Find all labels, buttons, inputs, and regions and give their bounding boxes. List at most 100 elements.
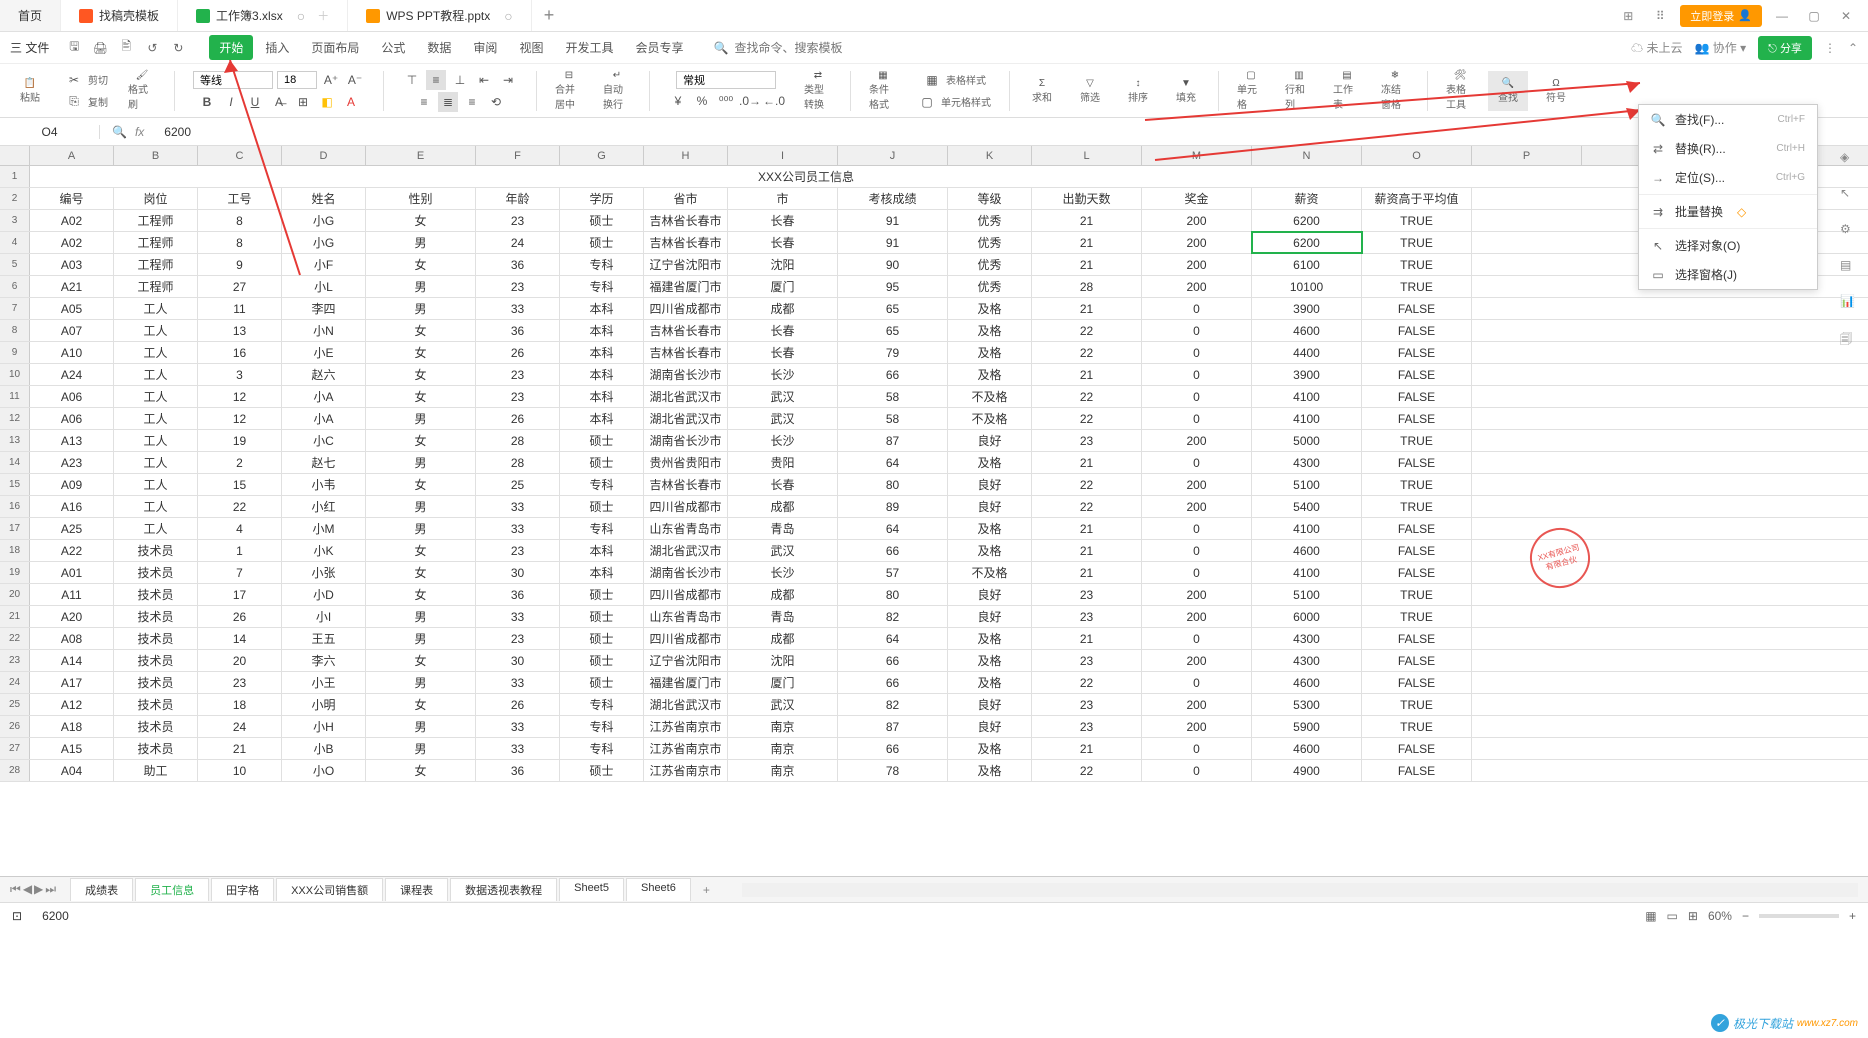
column-header[interactable]: B: [114, 146, 198, 165]
data-cell[interactable]: A06: [30, 408, 114, 429]
data-cell[interactable]: 男: [366, 276, 476, 297]
row-header[interactable]: 14: [0, 452, 30, 473]
data-cell[interactable]: 小张: [282, 562, 366, 583]
row-header[interactable]: 3: [0, 210, 30, 231]
side-settings-icon[interactable]: ⚙: [1840, 222, 1860, 242]
data-cell[interactable]: 良好: [948, 430, 1032, 451]
data-cell[interactable]: 22: [1032, 342, 1142, 363]
dropdown-item-select[interactable]: ↖选择对象(O): [1639, 231, 1817, 260]
data-cell[interactable]: 武汉: [728, 408, 838, 429]
data-cell[interactable]: 良好: [948, 606, 1032, 627]
data-cell[interactable]: 技术员: [114, 716, 198, 737]
data-cell[interactable]: 17: [198, 584, 282, 605]
percent-icon[interactable]: %: [692, 91, 712, 111]
paste-button[interactable]: 📋粘贴: [16, 73, 44, 109]
data-cell[interactable]: 0: [1142, 452, 1252, 473]
data-cell[interactable]: A24: [30, 364, 114, 385]
data-cell[interactable]: 23: [198, 672, 282, 693]
data-cell[interactable]: 技术员: [114, 672, 198, 693]
data-cell[interactable]: 长春: [728, 210, 838, 231]
sheet-tab[interactable]: 数据透视表教程: [450, 878, 557, 901]
file-menu[interactable]: 三 文件: [10, 39, 49, 56]
data-cell[interactable]: A15: [30, 738, 114, 759]
data-cell[interactable]: 21: [1032, 364, 1142, 385]
data-cell[interactable]: 技术员: [114, 562, 198, 583]
data-cell[interactable]: 长春: [728, 232, 838, 253]
data-cell[interactable]: 良好: [948, 474, 1032, 495]
data-cell[interactable]: 小D: [282, 584, 366, 605]
data-cell[interactable]: 工程师: [114, 254, 198, 275]
data-cell[interactable]: 2: [198, 452, 282, 473]
data-cell[interactable]: 58: [838, 386, 948, 407]
data-cell[interactable]: TRUE: [1362, 694, 1472, 715]
menu-tab-4[interactable]: 数据: [417, 35, 461, 60]
sheet-button[interactable]: ▤工作表: [1333, 73, 1361, 109]
tools-button[interactable]: 🛠表格工具: [1446, 73, 1474, 109]
row-header[interactable]: 22: [0, 628, 30, 649]
data-cell[interactable]: 工人: [114, 320, 198, 341]
data-cell[interactable]: 四川省成都市: [644, 298, 728, 319]
data-cell[interactable]: A10: [30, 342, 114, 363]
data-cell[interactable]: 及格: [948, 760, 1032, 781]
data-cell[interactable]: 小B: [282, 738, 366, 759]
zoom-in-icon[interactable]: +: [1849, 909, 1856, 923]
data-cell[interactable]: 女: [366, 342, 476, 363]
data-cell[interactable]: 23: [476, 386, 560, 407]
data-cell[interactable]: 90: [838, 254, 948, 275]
data-cell[interactable]: 82: [838, 606, 948, 627]
data-cell[interactable]: 小明: [282, 694, 366, 715]
data-cell[interactable]: 湖南省长沙市: [644, 430, 728, 451]
menu-tab-3[interactable]: 公式: [371, 35, 415, 60]
data-cell[interactable]: 工人: [114, 474, 198, 495]
data-cell[interactable]: 厦门: [728, 276, 838, 297]
data-cell[interactable]: TRUE: [1362, 210, 1472, 231]
data-cell[interactable]: FALSE: [1362, 342, 1472, 363]
data-cell[interactable]: 4100: [1252, 386, 1362, 407]
data-cell[interactable]: FALSE: [1362, 452, 1472, 473]
header-cell[interactable]: 年龄: [476, 188, 560, 209]
data-cell[interactable]: 95: [838, 276, 948, 297]
data-cell[interactable]: 4100: [1252, 562, 1362, 583]
data-cell[interactable]: 硕士: [560, 672, 644, 693]
data-cell[interactable]: 女: [366, 562, 476, 583]
column-header[interactable]: I: [728, 146, 838, 165]
data-cell[interactable]: 6200: [1252, 210, 1362, 231]
row-header[interactable]: 24: [0, 672, 30, 693]
data-cell[interactable]: 200: [1142, 430, 1252, 451]
data-cell[interactable]: 李六: [282, 650, 366, 671]
data-cell[interactable]: 11: [198, 298, 282, 319]
data-cell[interactable]: 5100: [1252, 474, 1362, 495]
align-middle-icon[interactable]: ≡: [426, 70, 446, 90]
data-cell[interactable]: 青岛: [728, 518, 838, 539]
data-cell[interactable]: 22: [1032, 474, 1142, 495]
data-cell[interactable]: 24: [476, 232, 560, 253]
data-cell[interactable]: 长春: [728, 474, 838, 495]
data-cell[interactable]: 男: [366, 606, 476, 627]
data-cell[interactable]: 成都: [728, 298, 838, 319]
data-cell[interactable]: 200: [1142, 606, 1252, 627]
data-cell[interactable]: 女: [366, 364, 476, 385]
data-cell[interactable]: 良好: [948, 694, 1032, 715]
border-icon[interactable]: ⊞: [293, 92, 313, 112]
data-cell[interactable]: 0: [1142, 386, 1252, 407]
data-cell[interactable]: 本科: [560, 540, 644, 561]
data-cell[interactable]: 66: [838, 672, 948, 693]
data-cell[interactable]: FALSE: [1362, 518, 1472, 539]
data-cell[interactable]: 10100: [1252, 276, 1362, 297]
data-cell[interactable]: 不及格: [948, 408, 1032, 429]
header-cell[interactable]: 工号: [198, 188, 282, 209]
data-cell[interactable]: 36: [476, 584, 560, 605]
row-header[interactable]: 26: [0, 716, 30, 737]
data-cell[interactable]: 21: [1032, 232, 1142, 253]
data-cell[interactable]: 21: [1032, 628, 1142, 649]
row-header[interactable]: 10: [0, 364, 30, 385]
data-cell[interactable]: 优秀: [948, 210, 1032, 231]
data-cell[interactable]: 专科: [560, 276, 644, 297]
data-cell[interactable]: 22: [1032, 672, 1142, 693]
number-format-select[interactable]: [676, 71, 776, 89]
data-cell[interactable]: 22: [1032, 496, 1142, 517]
data-cell[interactable]: A16: [30, 496, 114, 517]
dropdown-item-goto[interactable]: →定位(S)...Ctrl+G: [1639, 163, 1817, 192]
data-cell[interactable]: A05: [30, 298, 114, 319]
data-cell[interactable]: 200: [1142, 694, 1252, 715]
